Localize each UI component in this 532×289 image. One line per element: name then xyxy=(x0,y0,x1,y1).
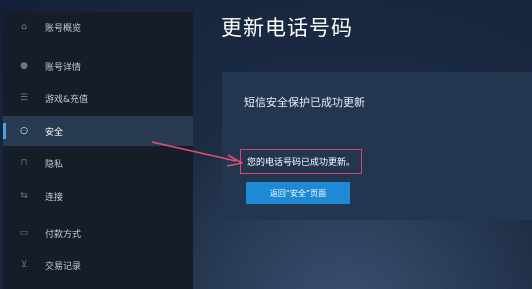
sidebar-item-connections[interactable]: ⇆ 连接 xyxy=(3,181,193,211)
sidebar-item-account-overview[interactable]: ⌂ 账号概览 xyxy=(3,12,193,42)
lock-icon: ⊓ xyxy=(20,158,28,168)
sidebar-item-label: 安全 xyxy=(45,127,64,138)
shield-icon: ○ xyxy=(20,126,28,136)
status-card: 短信安全保护已成功更新 您的电话号码已成功更新。 返回“安全”页面 xyxy=(222,72,532,220)
return-to-security-button[interactable]: 返回“安全”页面 xyxy=(246,182,350,204)
sidebar-item-games-recharge[interactable]: ☰ 游戏&充值 xyxy=(3,83,193,113)
home-icon: ⌂ xyxy=(21,22,27,32)
sidebar-item-label: 付款方式 xyxy=(45,229,82,240)
card-icon: ▭ xyxy=(19,228,29,238)
sidebar-item-label: 交易记录 xyxy=(45,261,82,272)
sidebar-item-transaction-history[interactable]: ⊻ 交易记录 xyxy=(3,250,193,280)
cart-icon: ⊻ xyxy=(20,260,28,270)
screenshot-frame: ⌂ 账号概览 ● 账号详情 ☰ 游戏&充值 ○ 安全 ⊓ 隐私 ⇆ 连接 ▭ 付… xyxy=(0,0,532,289)
link-icon: ⇆ xyxy=(20,191,28,201)
sidebar-item-label: 隐私 xyxy=(45,159,64,170)
sidebar-item-label: 连接 xyxy=(45,192,64,203)
active-indicator xyxy=(3,123,6,139)
sidebar-item-payment-methods[interactable]: ▭ 付款方式 xyxy=(3,218,193,248)
card-heading: 短信安全保护已成功更新 xyxy=(244,96,365,109)
app-window: ⌂ 账号概览 ● 账号详情 ☰ 游戏&充值 ○ 安全 ⊓ 隐私 ⇆ 连接 ▭ 付… xyxy=(0,0,532,289)
success-message: 您的电话号码已成功更新。 xyxy=(240,149,363,174)
sidebar-item-label: 游戏&充值 xyxy=(45,94,89,105)
person-icon: ● xyxy=(20,61,28,71)
sidebar-item-label: 账号概览 xyxy=(45,23,82,34)
annotation-arrow xyxy=(151,141,243,167)
sidebar-item-account-details[interactable]: ● 账号详情 xyxy=(3,51,193,81)
sidebar-item-label: 账号详情 xyxy=(45,62,82,73)
list-icon: ☰ xyxy=(19,93,29,103)
page-title: 更新电话号码 xyxy=(221,16,353,40)
